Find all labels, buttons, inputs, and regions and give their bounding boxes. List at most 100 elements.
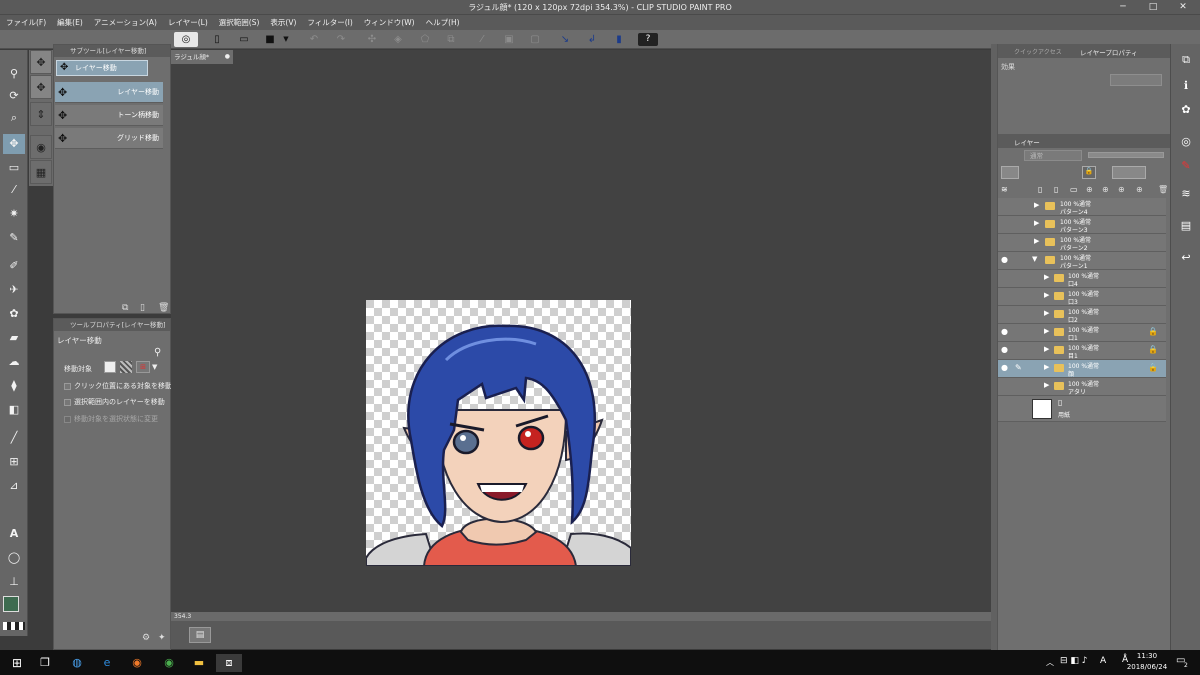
subtool-group-label[interactable]: ✥ レイヤー移動	[56, 60, 148, 76]
expand-icon[interactable]: ▶	[1044, 363, 1049, 371]
eraser-icon[interactable]: ▰	[3, 328, 25, 348]
visibility-icon[interactable]: ●	[1001, 363, 1011, 372]
new-raster-icon[interactable]: ▯	[1038, 185, 1042, 194]
dropdown-icon[interactable]: ▼	[281, 33, 291, 46]
collapse-icon[interactable]: ▼	[1032, 255, 1037, 263]
wrench-icon[interactable]: ✦	[158, 633, 166, 643]
menu-file[interactable]: ファイル(F)	[6, 17, 46, 28]
new-icon[interactable]: ▯	[209, 33, 225, 46]
text-icon[interactable]: A	[3, 524, 25, 544]
lock-icon[interactable]: 🔒	[1148, 327, 1158, 336]
layer-row[interactable]: ▶ 100 %通常 口4	[998, 270, 1166, 288]
fill-icon[interactable]: ◈	[390, 33, 406, 46]
layer-row-selected[interactable]: ● ✎ ▶ 100 %通常 顔 🔒	[998, 360, 1166, 378]
zoom-group-icon[interactable]: ◉	[30, 135, 52, 159]
help-icon[interactable]: ?	[638, 33, 658, 46]
info-icon[interactable]: ▮	[611, 33, 627, 46]
subview-icon[interactable]: ✿	[1175, 100, 1197, 120]
tab-quick-access[interactable]: クイックアクセス	[1014, 47, 1062, 56]
subtool-item-layer-move[interactable]: ✥ レイヤー移動	[55, 82, 163, 103]
material-icon[interactable]: ▤	[1175, 216, 1197, 236]
ruler-tool-icon[interactable]: ⊥	[3, 572, 25, 592]
layer-action-icon[interactable]: ⊕	[1086, 185, 1093, 194]
trash-icon[interactable]: 🗑	[158, 303, 169, 313]
checkbox[interactable]	[64, 415, 71, 423]
color-wheel-icon[interactable]: ◎	[1175, 132, 1197, 152]
visibility-icon[interactable]: ●	[1001, 345, 1011, 354]
file-explorer-icon[interactable]: ▬	[186, 654, 212, 672]
frame-icon[interactable]: ⊞	[3, 452, 25, 472]
move-group-icon[interactable]: ✥	[30, 50, 52, 74]
layer-action-icon[interactable]: ⊕	[1118, 185, 1125, 194]
tab-layer[interactable]: レイヤー	[1014, 137, 1040, 147]
target-layer-icon[interactable]	[104, 361, 116, 373]
special-ruler-icon[interactable]: ↲	[584, 33, 600, 46]
tray-icons[interactable]: ⊟ ◧ ♪	[1060, 656, 1088, 666]
windows-start-icon[interactable]: ⊞	[4, 654, 30, 672]
layer-mask-buttons[interactable]	[1112, 166, 1146, 179]
open-icon[interactable]: ▭	[236, 33, 252, 46]
balloon-icon[interactable]: ◯	[3, 548, 25, 568]
subtool-item-tone-move[interactable]: ✥ トーン柄移動	[55, 105, 163, 126]
clock-date[interactable]: 2018/06/24	[1122, 663, 1172, 671]
clock-time[interactable]: 11:30	[1122, 652, 1172, 660]
layer-row[interactable]: ● ▶ 100 %通常 目1 🔒	[998, 342, 1166, 360]
chrome-icon[interactable]: ◉	[156, 654, 182, 672]
ruler-icon[interactable]: ↘	[557, 33, 573, 46]
layer-row[interactable]: ▶ 100 %通常 口2	[998, 306, 1166, 324]
target-grid-icon[interactable]: ⊞	[136, 361, 150, 373]
maximize-button[interactable]: □	[1138, 1, 1168, 14]
option-click-target[interactable]: クリック位置にある対象を移動	[64, 381, 172, 391]
pen-icon[interactable]: ✎	[3, 228, 25, 248]
select-rect-icon[interactable]: ▭	[3, 158, 25, 178]
menu-edit[interactable]: 編集(E)	[57, 17, 83, 28]
subtool-item-grid-move[interactable]: ✥ グリッド移動	[55, 128, 163, 149]
history-icon[interactable]: ↩	[1175, 248, 1197, 268]
crop-icon[interactable]: ⧉	[443, 33, 459, 46]
paper-layer-row[interactable]: ▯ 用紙	[998, 396, 1166, 422]
effect-buttons[interactable]	[1110, 74, 1162, 86]
undo-icon[interactable]: ↶	[306, 33, 322, 46]
brush-icon[interactable]: ✐	[3, 256, 25, 276]
snap-icon[interactable]: ▢	[527, 33, 543, 46]
clear-icon[interactable]: ✣	[364, 33, 380, 46]
expand-icon[interactable]: ▶	[1044, 291, 1049, 299]
edge-icon[interactable]: e	[94, 654, 120, 672]
layer-row[interactable]: ● ▼ 100 %通常 パターン1	[998, 252, 1166, 270]
gradient-icon[interactable]: ◧	[3, 400, 25, 420]
info-icon[interactable]: ℹ	[1175, 76, 1197, 96]
transform-icon[interactable]: ⬠	[417, 33, 433, 46]
figure-icon[interactable]: ╱	[3, 428, 25, 448]
new-vector-icon[interactable]: ▯	[1054, 185, 1058, 194]
decoration-icon[interactable]: ✿	[3, 304, 25, 324]
layer-action-icon[interactable]: ⊕	[1102, 185, 1109, 194]
canvas-artwork[interactable]	[366, 300, 631, 566]
zoom-readout[interactable]: 354.3	[174, 613, 191, 620]
layer-row[interactable]: ▶ 100 %通常 パターン3	[998, 216, 1166, 234]
target-tone-icon[interactable]	[120, 361, 132, 373]
move-layer-icon[interactable]: ✥	[3, 134, 25, 154]
search-icon[interactable]: ⚲	[154, 347, 161, 358]
trash-icon[interactable]: 🗑	[1158, 185, 1168, 194]
correct-line-icon[interactable]: ⊿	[3, 476, 25, 496]
auto-select-icon[interactable]: ✷	[3, 204, 25, 224]
menu-animation[interactable]: アニメーション(A)	[94, 17, 157, 28]
rotate-icon[interactable]: ⟳	[3, 86, 25, 106]
subtool-tab[interactable]: サブツール[レイヤー移動]	[54, 45, 170, 57]
option-selection-layers[interactable]: 選択範囲内のレイヤーを移動	[64, 397, 165, 407]
redo-icon[interactable]: ↷	[333, 33, 349, 46]
rotate-group-icon[interactable]: ▦	[30, 160, 52, 184]
browser-icon[interactable]: ◍	[64, 654, 90, 672]
color-set-icon[interactable]: ✎	[1175, 156, 1197, 176]
expand-icon[interactable]: ▶	[1034, 219, 1039, 227]
layer-icon[interactable]: ≋	[1175, 184, 1197, 204]
save-icon[interactable]: ■	[262, 33, 278, 46]
menu-help[interactable]: ヘルプ(H)	[426, 17, 460, 28]
chevron-up-icon[interactable]: ︿	[1046, 657, 1054, 668]
transparent-color-icon[interactable]	[3, 622, 25, 630]
expand-icon[interactable]: ▶	[1044, 309, 1049, 317]
main-color-swatch[interactable]	[3, 596, 19, 612]
checkbox[interactable]	[64, 398, 71, 406]
clip-studio-taskbar-icon[interactable]: ⧈	[216, 654, 242, 672]
lock-icon[interactable]: 🔒	[1082, 166, 1096, 179]
